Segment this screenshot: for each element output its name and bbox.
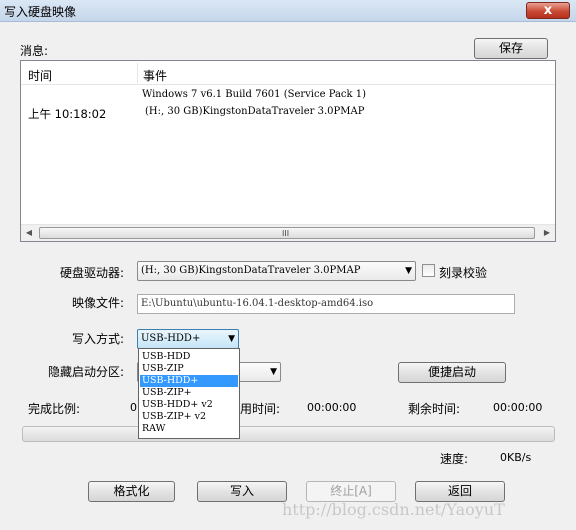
- write-mode-option[interactable]: USB-HDD+ v2: [140, 399, 238, 411]
- message-log[interactable]: 时间 事件 Windows 7 v6.1 Build 7601 (Service…: [20, 60, 556, 242]
- write-mode-option[interactable]: USB-HDD: [140, 351, 238, 363]
- title-bar: 写入硬盘映像 x: [0, 0, 576, 22]
- write-mode-option[interactable]: RAW: [140, 423, 238, 435]
- save-button[interactable]: 保存: [474, 38, 548, 59]
- back-button[interactable]: 返回: [415, 481, 505, 502]
- log-event-1: Windows 7 v6.1 Build 7601 (Service Pack …: [142, 89, 367, 100]
- write-mode-dropdown-list[interactable]: USB-HDD USB-ZIP USB-HDD+ USB-ZIP+ USB-HD…: [138, 348, 240, 439]
- chevron-down-icon: ▼: [270, 367, 277, 377]
- speed-value: 0KB/s: [500, 451, 532, 464]
- drive-label: 硬盘驱动器:: [60, 266, 125, 280]
- verify-checkbox[interactable]: [422, 264, 435, 277]
- image-file-field[interactable]: E:\Ubuntu\ubuntu-16.04.1-desktop-amd64.i…: [137, 294, 515, 314]
- remaining-label: 剩余时间:: [408, 402, 461, 416]
- messages-label: 消息:: [20, 44, 49, 58]
- write-button[interactable]: 写入: [197, 481, 287, 502]
- log-horizontal-scrollbar[interactable]: ◀ III ▶: [21, 224, 555, 241]
- quick-boot-button[interactable]: 便捷启动: [398, 362, 506, 383]
- image-file-label: 映像文件:: [72, 296, 125, 310]
- verify-label[interactable]: 刻录校验: [439, 264, 487, 281]
- write-mode-option[interactable]: USB-ZIP+: [140, 387, 238, 399]
- scroll-right-icon[interactable]: ▶: [542, 228, 552, 238]
- column-separator[interactable]: [137, 63, 138, 83]
- window-title: 写入硬盘映像: [4, 5, 77, 19]
- close-button[interactable]: x: [526, 2, 570, 19]
- elapsed-value: 00:00:00: [307, 401, 357, 414]
- drive-select[interactable]: (H:, 30 GB)KingstonDataTraveler 3.0PMAP …: [137, 261, 416, 281]
- log-event-2: (H:, 30 GB)KingstonDataTraveler 3.0PMAP: [145, 106, 365, 117]
- watermark: http://blog.csdn.net/YaoyuT: [282, 500, 505, 519]
- write-mode-option-selected[interactable]: USB-HDD+: [140, 375, 238, 387]
- scroll-left-icon[interactable]: ◀: [24, 228, 34, 238]
- write-mode-select[interactable]: USB-HDD+ ▼: [137, 329, 239, 349]
- column-header-event[interactable]: 事件: [143, 67, 167, 84]
- elapsed-label: 用时间:: [240, 402, 281, 416]
- chevron-down-icon: ▼: [405, 266, 412, 276]
- column-header-time[interactable]: 时间: [28, 67, 52, 84]
- drive-value: (H:, 30 GB)KingstonDataTraveler 3.0PMAP: [141, 265, 361, 276]
- write-mode-option[interactable]: USB-ZIP: [140, 363, 238, 375]
- speed-label: 速度:: [440, 452, 469, 466]
- log-time-2: 上午 10:18:02: [28, 107, 107, 121]
- scroll-grip-icon: III: [282, 229, 290, 238]
- scroll-thumb[interactable]: III: [39, 227, 535, 239]
- write-mode-option[interactable]: USB-ZIP+ v2: [140, 411, 238, 423]
- hidden-partition-label: 隐藏启动分区:: [48, 365, 125, 379]
- write-mode-value: USB-HDD+: [141, 333, 201, 344]
- chevron-down-icon: ▼: [228, 334, 235, 344]
- remaining-value: 00:00:00: [493, 401, 543, 414]
- complete-value: 0: [130, 401, 137, 414]
- stop-button[interactable]: 终止[A]: [306, 481, 396, 502]
- format-button[interactable]: 格式化: [88, 481, 175, 502]
- progress-bar: [22, 426, 555, 442]
- log-header: 时间 事件: [21, 61, 555, 85]
- complete-label: 完成比例:: [28, 402, 81, 416]
- write-mode-label: 写入方式:: [72, 332, 125, 346]
